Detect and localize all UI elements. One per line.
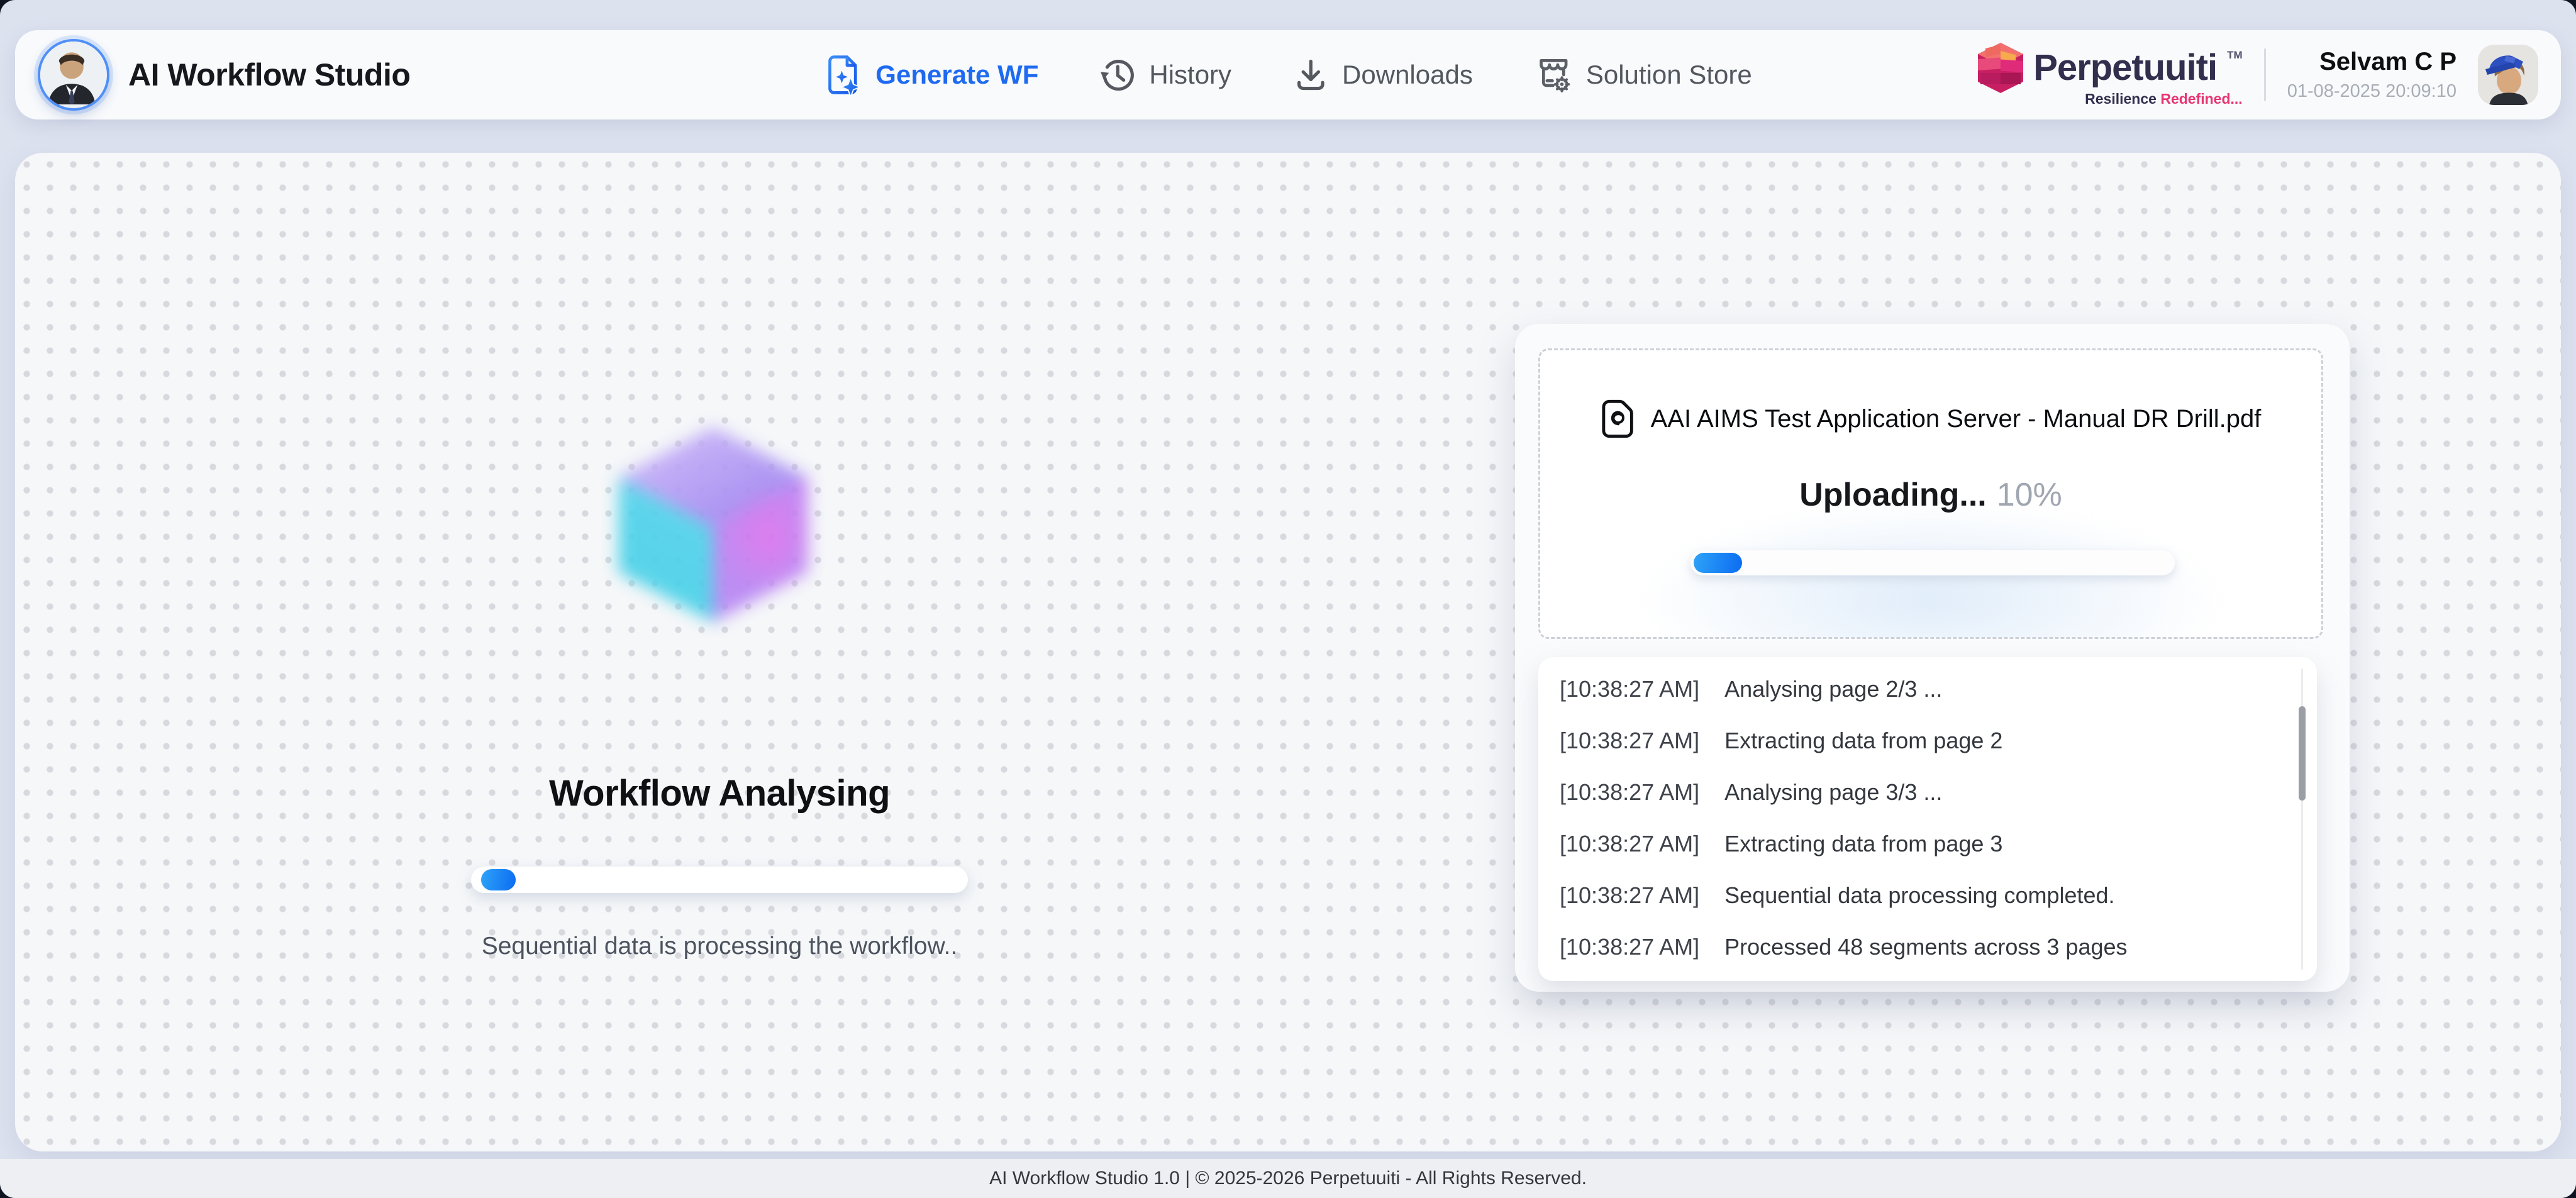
user-name: Selvam C P: [2319, 48, 2457, 76]
generate-wf-icon: [824, 53, 863, 97]
user-datetime: 01-08-2025 20:09:10: [2287, 81, 2457, 102]
nav-item-generate-wf[interactable]: Generate WF: [824, 53, 1038, 97]
upload-side-panel: AAI AIMS Test Application Server - Manua…: [1515, 324, 2350, 992]
user-avatar-photo: [2478, 45, 2538, 105]
log-row: [10:38:27 AM] Analysing page 3/3 ...: [1560, 767, 2279, 818]
header-right-cluster: Perpetuuiti TM Resilience Redefined... S…: [1978, 30, 2538, 119]
log-row: [10:38:27 AM] Extracting data from page …: [1560, 715, 2279, 767]
brand-block: Perpetuuiti TM Resilience Redefined...: [1978, 43, 2242, 108]
footer: AI Workflow Studio 1.0 | © 2025-2026 Per…: [0, 1159, 2576, 1198]
header-divider: [2264, 48, 2266, 101]
nav-label-downloads: Downloads: [1342, 60, 1473, 90]
app-title: AI Workflow Studio: [128, 57, 410, 93]
uploaded-filename: AAI AIMS Test Application Server - Manua…: [1651, 405, 2262, 433]
person-avatar-icon: [40, 42, 103, 104]
nav-item-history[interactable]: History: [1099, 56, 1231, 94]
nav-label-history: History: [1149, 60, 1231, 90]
user-avatar[interactable]: [2478, 45, 2538, 105]
workflow-status-subtitle: Sequential data is processing the workfl…: [455, 933, 984, 960]
file-row: AAI AIMS Test Application Server - Manua…: [1540, 399, 2321, 438]
log-row: [10:38:27 AM] Analysing page 2/3 ...: [1560, 663, 2279, 715]
main-nav: Generate WF History Downloads: [824, 30, 1752, 119]
log-row: [10:38:27 AM] Extracting data from page …: [1560, 818, 2279, 870]
app-window: AI Workflow Studio Generate WF: [0, 0, 2576, 1198]
process-log-panel[interactable]: [10:38:27 AM] Analysing page 2/3 ... [10…: [1538, 657, 2317, 981]
log-message: Extracting data from page 3: [1724, 831, 2002, 857]
main-content-panel: Workflow Analysing Sequential data is pr…: [15, 153, 2561, 1151]
upload-progress-fill: [1694, 553, 1742, 573]
log-timestamp: [10:38:27 AM]: [1560, 676, 1699, 702]
nav-item-downloads[interactable]: Downloads: [1292, 56, 1473, 94]
nav-label-generate-wf: Generate WF: [875, 60, 1038, 90]
app-logo-block[interactable]: AI Workflow Studio: [38, 30, 410, 119]
app-logo-avatar: [38, 39, 109, 111]
log-row: [10:38:27 AM] Processed 48 segments acro…: [1560, 921, 2279, 973]
upload-card: AAI AIMS Test Application Server - Manua…: [1538, 348, 2323, 639]
log-message: Processed 48 segments across 3 pages: [1724, 934, 2127, 960]
cube-glow: [723, 484, 814, 594]
workflow-progress-fill: [481, 869, 516, 890]
top-navbar: AI Workflow Studio Generate WF: [15, 30, 2561, 119]
log-scrollbar-thumb[interactable]: [2299, 706, 2306, 801]
log-message: Analysing page 2/3 ...: [1724, 676, 1942, 702]
nav-label-solution-store: Solution Store: [1586, 60, 1752, 90]
upload-percent-label: 10%: [1997, 477, 2062, 513]
history-icon: [1099, 56, 1136, 94]
log-row: [10:38:27 AM] Sequential data processing…: [1560, 870, 2279, 921]
footer-text: AI Workflow Studio 1.0 | © 2025-2026 Per…: [989, 1168, 1587, 1189]
nav-item-solution-store[interactable]: Solution Store: [1533, 55, 1752, 95]
upload-progressbar: [1690, 550, 2175, 575]
upload-status: Uploading... 10%: [1540, 476, 2321, 514]
log-timestamp: [10:38:27 AM]: [1560, 831, 1699, 857]
brand-tagline: Resilience Redefined...: [2085, 91, 2243, 108]
perpetuuiti-logo-mark: [1978, 43, 2023, 93]
user-block: Selvam C P 01-08-2025 20:09:10: [2287, 48, 2457, 102]
workflow-progressbar: [471, 867, 968, 893]
log-rows: [10:38:27 AM] Analysing page 2/3 ... [10…: [1560, 663, 2279, 973]
brand-name: Perpetuuiti: [2033, 47, 2217, 89]
pdf-icon: [1601, 399, 1635, 438]
brand-trademark: TM: [2227, 49, 2243, 62]
log-message: Sequential data processing completed.: [1724, 882, 2114, 909]
workflow-status-title: Workflow Analysing: [455, 772, 984, 814]
log-timestamp: [10:38:27 AM]: [1560, 779, 1699, 806]
downloads-icon: [1292, 56, 1330, 94]
log-timestamp: [10:38:27 AM]: [1560, 934, 1699, 960]
upload-status-label: Uploading...: [1799, 477, 1987, 513]
log-message: Extracting data from page 2: [1724, 728, 2002, 754]
solution-store-icon: [1533, 55, 1574, 95]
ai-cube-graphic: [613, 423, 814, 624]
log-message: Analysing page 3/3 ...: [1724, 779, 1942, 806]
log-timestamp: [10:38:27 AM]: [1560, 882, 1699, 909]
log-timestamp: [10:38:27 AM]: [1560, 728, 1699, 754]
